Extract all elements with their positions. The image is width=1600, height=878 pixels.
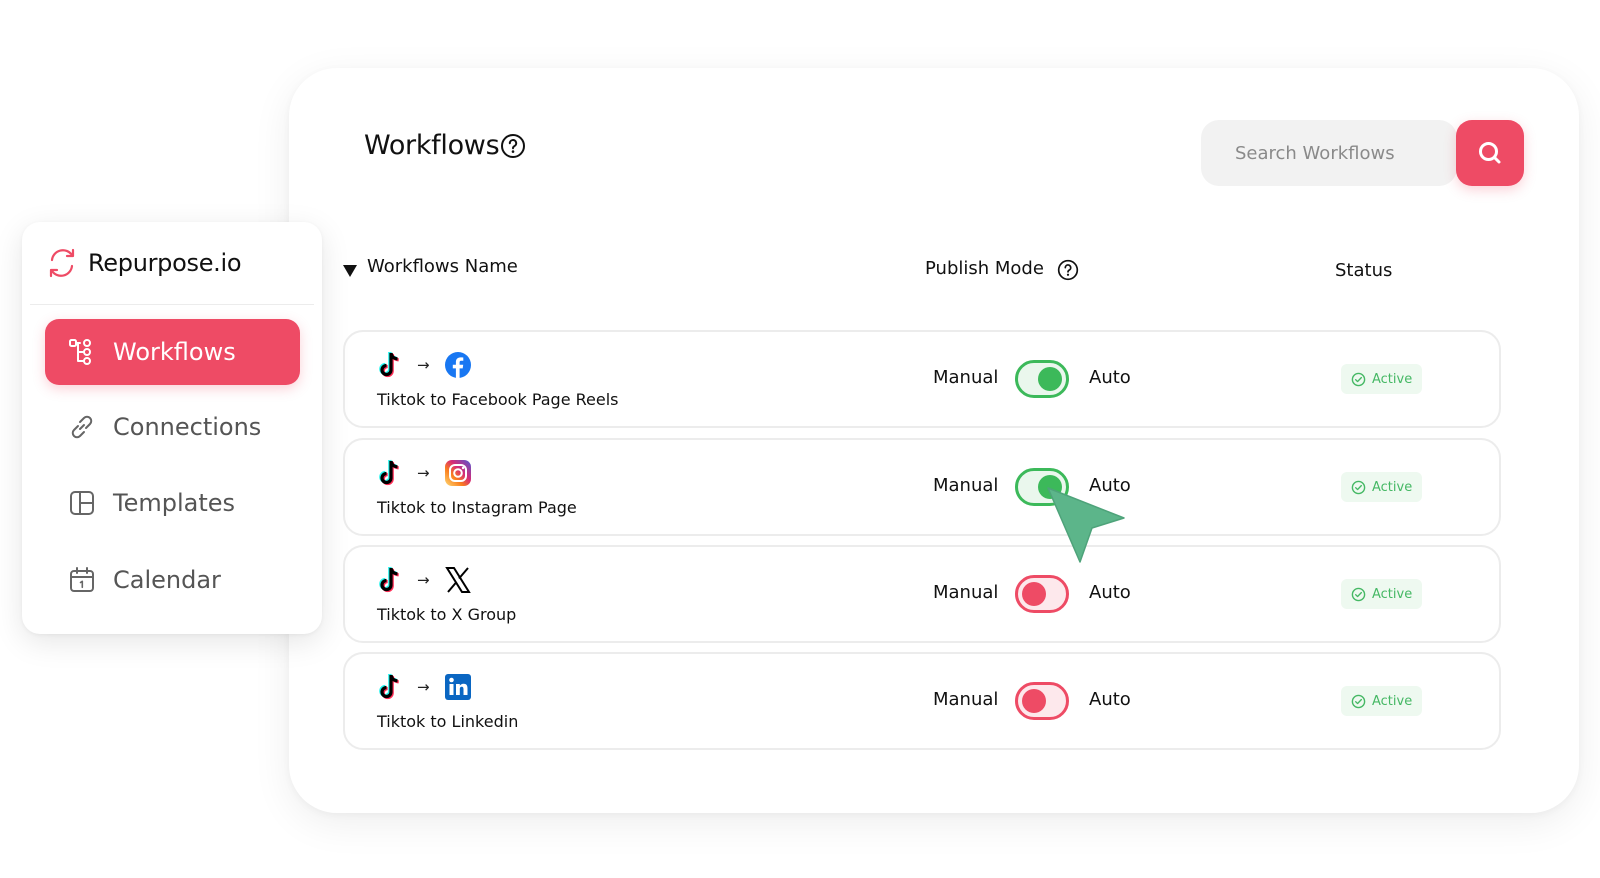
manual-label: Manual xyxy=(933,475,999,496)
column-header-publish-mode: Publish Mode xyxy=(925,258,1044,279)
status-text: Active xyxy=(1372,693,1413,709)
workflow-name: Tiktok to Linkedin xyxy=(377,712,519,731)
publish-mode-toggle[interactable] xyxy=(1015,682,1069,720)
status-badge: Active xyxy=(1341,472,1423,502)
check-circle-icon xyxy=(1351,587,1366,601)
toggle-knob xyxy=(1022,689,1046,713)
workflow-name: Tiktok to X Group xyxy=(377,605,517,624)
sidebar-item-label: Workflows xyxy=(113,338,236,366)
sidebar-item-calendar[interactable]: Calendar xyxy=(45,547,300,613)
workflow-name: Tiktok to Facebook Page Reels xyxy=(377,390,619,409)
flow-arrow: → xyxy=(417,678,430,696)
workflow-icon xyxy=(69,339,91,365)
table-row[interactable]: → Tiktok to X Group Manual Auto Active xyxy=(343,545,1501,643)
column-header-status: Status xyxy=(1335,260,1393,281)
status-text: Active xyxy=(1372,371,1413,387)
publish-mode-toggle[interactable] xyxy=(1015,575,1069,613)
column-header-name[interactable]: Workflows Name xyxy=(367,256,518,277)
search-icon xyxy=(1479,142,1501,164)
instagram-icon xyxy=(444,460,471,486)
manual-label: Manual xyxy=(933,689,999,710)
linkedin-icon xyxy=(444,674,471,700)
sidebar: Repurpose.io Workflows Connections Templ… xyxy=(22,222,322,634)
table-row[interactable]: → Tiktok to Linkedin Manual Auto Active xyxy=(343,652,1501,750)
auto-label: Auto xyxy=(1089,689,1131,710)
table-row[interactable]: → Tiktok to Facebook Page Reels Manual A… xyxy=(343,330,1501,428)
flow-arrow: → xyxy=(417,464,430,482)
link-icon xyxy=(71,415,93,439)
template-icon xyxy=(70,491,94,515)
calendar-icon xyxy=(70,567,94,592)
tiktok-icon xyxy=(379,351,399,378)
toggle-knob xyxy=(1038,367,1062,391)
search-button[interactable] xyxy=(1456,120,1524,186)
x-icon xyxy=(444,567,471,593)
publish-mode-toggle[interactable] xyxy=(1015,360,1069,398)
status-text: Active xyxy=(1372,586,1413,602)
auto-label: Auto xyxy=(1089,367,1131,388)
sidebar-item-label: Calendar xyxy=(113,566,221,594)
tiktok-icon xyxy=(379,459,399,486)
workflow-name: Tiktok to Instagram Page xyxy=(377,498,577,517)
toggle-knob xyxy=(1022,582,1046,606)
brand[interactable]: Repurpose.io xyxy=(46,246,242,280)
tiktok-icon xyxy=(379,566,399,593)
publish-mode-help-icon[interactable] xyxy=(1057,259,1079,281)
flow-arrow: → xyxy=(417,571,430,589)
page-title: Workflows xyxy=(364,130,500,161)
sidebar-item-label: Templates xyxy=(113,489,236,517)
status-badge: Active xyxy=(1341,579,1423,609)
search-input[interactable] xyxy=(1201,120,1457,186)
flow-arrow: → xyxy=(417,356,430,374)
manual-label: Manual xyxy=(933,367,999,388)
sort-caret-icon[interactable] xyxy=(343,265,357,277)
status-badge: Active xyxy=(1341,364,1423,394)
check-circle-icon xyxy=(1351,480,1366,494)
manual-label: Manual xyxy=(933,582,999,603)
sidebar-item-connections[interactable]: Connections xyxy=(45,394,300,460)
mouse-pointer-icon xyxy=(1047,487,1125,563)
brand-name: Repurpose.io xyxy=(88,249,242,277)
facebook-icon xyxy=(444,352,471,378)
table-row[interactable]: → Tiktok to Instagram Page Manual Auto A… xyxy=(343,438,1501,536)
auto-label: Auto xyxy=(1089,582,1131,603)
status-text: Active xyxy=(1372,479,1413,495)
sidebar-item-workflows[interactable]: Workflows xyxy=(45,319,300,385)
sidebar-item-templates[interactable]: Templates xyxy=(45,470,300,536)
repurpose-logo-icon xyxy=(49,248,75,278)
check-circle-icon xyxy=(1351,694,1366,708)
help-icon[interactable] xyxy=(500,133,526,159)
check-circle-icon xyxy=(1351,372,1366,386)
sidebar-item-label: Connections xyxy=(113,413,262,441)
workflows-panel: Workflows Workflows Name Publish Mode St… xyxy=(289,68,1579,813)
tiktok-icon xyxy=(379,673,399,700)
status-badge: Active xyxy=(1341,686,1423,716)
divider xyxy=(30,304,314,305)
